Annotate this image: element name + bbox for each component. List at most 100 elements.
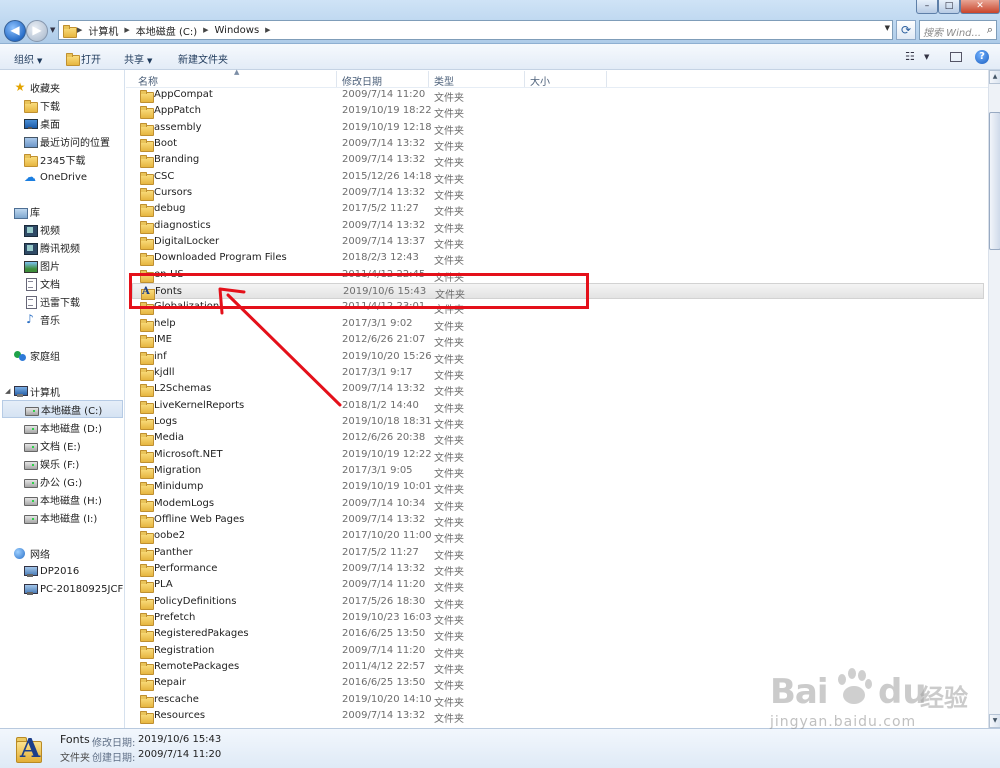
file-row[interactable]: Registration 2009/7/14 11:20 文件夹 (126, 643, 988, 660)
sidebar-item-thunder-downloads[interactable]: 迅雷下载 (0, 292, 124, 310)
file-row[interactable]: PolicyDefinitions 2017/5/26 18:30 文件夹 (126, 594, 988, 611)
column-divider[interactable] (606, 71, 607, 87)
file-row[interactable]: Minidump 2019/10/19 10:01 文件夹 (126, 479, 988, 496)
organize-button[interactable]: 组织 ▼ (14, 51, 42, 66)
file-row[interactable]: CSC 2015/12/26 14:18 文件夹 (126, 169, 988, 186)
file-row[interactable]: IME 2012/6/26 21:07 文件夹 (126, 332, 988, 349)
file-row[interactable]: Media 2012/6/26 20:38 文件夹 (126, 430, 988, 447)
sidebar-item-drive-c[interactable]: 本地磁盘 (C:) (2, 400, 123, 418)
sidebar-item-pictures[interactable]: 图片 (0, 256, 124, 274)
file-row[interactable]: Migration 2017/3/1 9:05 文件夹 (126, 463, 988, 480)
address-dropdown-icon[interactable]: ▼ (885, 24, 890, 32)
breadcrumb-computer[interactable]: 计算机 (88, 23, 118, 38)
sidebar-homegroup[interactable]: 家庭组 (0, 346, 124, 364)
chevron-right-icon[interactable]: ▶ (265, 26, 270, 34)
breadcrumb-windows[interactable]: Windows (215, 25, 260, 36)
forward-button[interactable]: ▶ (26, 20, 48, 42)
file-row[interactable]: inf 2019/10/20 15:26 文件夹 (126, 349, 988, 366)
file-row[interactable]: L2Schemas 2009/7/14 13:32 文件夹 (126, 381, 988, 398)
column-name[interactable]: 名称 (138, 73, 158, 88)
sidebar-item-drive-g[interactable]: 办公 (G:) (0, 472, 124, 490)
scroll-up-button[interactable]: ▲ (989, 70, 1000, 84)
file-row[interactable]: Cursors 2009/7/14 13:32 文件夹 (126, 185, 988, 202)
file-row[interactable]: Downloaded Program Files 2018/2/3 12:43 文件… (126, 250, 988, 267)
share-button[interactable]: 共享 ▼ (124, 51, 152, 66)
sidebar-item-dp2016[interactable]: DP2016 (0, 562, 124, 580)
file-row[interactable]: Branding 2009/7/14 13:32 文件夹 (126, 152, 988, 169)
sidebar-item-drive-h[interactable]: 本地磁盘 (H:) (0, 490, 124, 508)
file-row[interactable]: debug 2017/5/2 11:27 文件夹 (126, 201, 988, 218)
file-row[interactable]: kjdll 2017/3/1 9:17 文件夹 (126, 365, 988, 382)
file-row[interactable]: diagnostics 2009/7/14 13:32 文件夹 (126, 218, 988, 235)
sidebar-computer[interactable]: ◢ 计算机 (0, 382, 124, 400)
file-row[interactable]: Offline Web Pages 2009/7/14 13:32 文件夹 (126, 512, 988, 529)
sidebar-item-pc-20180925jcfl[interactable]: PC-20180925JCFL (0, 580, 124, 598)
column-divider[interactable] (336, 71, 337, 87)
sidebar-item-drive-i[interactable]: 本地磁盘 (I:) (0, 508, 124, 526)
sidebar-item-downloads[interactable]: 下载 (0, 96, 124, 114)
chevron-right-icon[interactable]: ▶ (77, 26, 82, 34)
sidebar-item-onedrive[interactable]: ☁ OneDrive (0, 168, 124, 186)
sidebar-libraries[interactable]: 库 (0, 202, 124, 220)
refresh-button[interactable]: ⟳ (896, 20, 916, 40)
sidebar-item-recent-places[interactable]: 最近访问的位置 (0, 132, 124, 150)
file-row[interactable]: AppPatch 2019/10/19 18:22 文件夹 (126, 103, 988, 120)
minimize-button[interactable]: – (916, 0, 938, 14)
sidebar-item-drive-f[interactable]: 娱乐 (F:) (0, 454, 124, 472)
address-bar[interactable]: ▶ 计算机 ▶ 本地磁盘 (C:) ▶ Windows ▶ ▼ (58, 20, 893, 40)
file-row[interactable]: ModemLogs 2009/7/14 10:34 文件夹 (126, 496, 988, 513)
chevron-right-icon[interactable]: ▶ (124, 26, 129, 34)
file-row[interactable]: RegisteredPakages 2016/6/25 13:50 文件夹 (126, 626, 988, 643)
file-row[interactable]: Logs 2019/10/18 18:31 文件夹 (126, 414, 988, 431)
file-name: Cursors (154, 187, 193, 199)
file-row[interactable]: Prefetch 2019/10/23 16:03 文件夹 (126, 610, 988, 627)
fonts-folder-icon: A (14, 733, 44, 765)
column-modified[interactable]: 修改日期 (342, 73, 382, 88)
column-type[interactable]: 类型 (434, 73, 454, 88)
file-row[interactable]: Performance 2009/7/14 13:32 文件夹 (126, 561, 988, 578)
file-row[interactable]: help 2017/3/1 9:02 文件夹 (126, 316, 988, 333)
back-button[interactable]: ◀ (4, 20, 26, 42)
sidebar-item-drive-d[interactable]: 本地磁盘 (D:) (0, 418, 124, 436)
column-divider[interactable] (428, 71, 429, 87)
column-divider[interactable] (524, 71, 525, 87)
chevron-right-icon[interactable]: ▶ (203, 26, 208, 34)
file-modified: 2017/3/1 9:02 (342, 317, 413, 329)
scroll-thumb[interactable] (989, 112, 1000, 250)
file-row[interactable]: Microsoft.NET 2019/10/19 12:22 文件夹 (126, 447, 988, 464)
sidebar-item-2345-downloads[interactable]: 2345下载 (0, 150, 124, 168)
view-options-icon[interactable]: ☷ (905, 50, 915, 63)
preview-pane-icon[interactable] (950, 52, 962, 62)
close-button[interactable]: ✕ (960, 0, 1000, 14)
sidebar-item-desktop[interactable]: 桌面 (0, 114, 124, 132)
collapse-arrow-icon[interactable]: ◢ (5, 387, 10, 395)
sidebar-item-drive-e[interactable]: 文档 (E:) (0, 436, 124, 454)
sidebar-network[interactable]: 网络 (0, 544, 124, 562)
sidebar-item-tencent-video[interactable]: 腾讯视频 (0, 238, 124, 256)
file-row[interactable]: oobe2 2017/10/20 11:00 文件夹 (126, 528, 988, 545)
sidebar-item-music[interactable]: ♪ 音乐 (0, 310, 124, 328)
file-row[interactable]: assembly 2019/10/19 12:18 文件夹 (126, 120, 988, 137)
file-modified: 2011/4/12 22:57 (342, 661, 426, 673)
maximize-button[interactable]: □ (938, 0, 960, 14)
sidebar-favorites[interactable]: ★ 收藏夹 (0, 78, 124, 96)
file-row[interactable]: DigitalLocker 2009/7/14 13:37 文件夹 (126, 234, 988, 251)
file-row[interactable]: PLA 2009/7/14 11:20 文件夹 (126, 577, 988, 594)
open-button[interactable]: 打开 (66, 51, 101, 66)
column-size[interactable]: 大小 (530, 73, 550, 88)
vertical-scrollbar[interactable]: ▲ ▼ (988, 70, 1000, 728)
sidebar-item-documents[interactable]: 文档 (0, 274, 124, 292)
search-icon[interactable]: ⌕ (987, 23, 993, 37)
recent-pages-dropdown[interactable]: ▼ (50, 26, 55, 34)
search-input[interactable]: 搜索 Wind... ⌕ (919, 20, 997, 40)
file-row[interactable]: AppCompat 2009/7/14 11:20 文件夹 (126, 87, 988, 104)
view-dropdown-icon[interactable]: ▼ (924, 53, 929, 61)
sidebar-item-videos[interactable]: 视频 (0, 220, 124, 238)
breadcrumb-drive-c[interactable]: 本地磁盘 (C:) (136, 23, 197, 38)
file-row[interactable]: Panther 2017/5/2 11:27 文件夹 (126, 545, 988, 562)
file-row[interactable]: Boot 2009/7/14 13:32 文件夹 (126, 136, 988, 153)
file-row[interactable]: LiveKernelReports 2018/1/2 14:40 文件夹 (126, 398, 988, 415)
scroll-down-button[interactable]: ▼ (989, 714, 1000, 728)
help-icon[interactable]: ? (975, 50, 989, 64)
new-folder-button[interactable]: 新建文件夹 (178, 51, 228, 66)
